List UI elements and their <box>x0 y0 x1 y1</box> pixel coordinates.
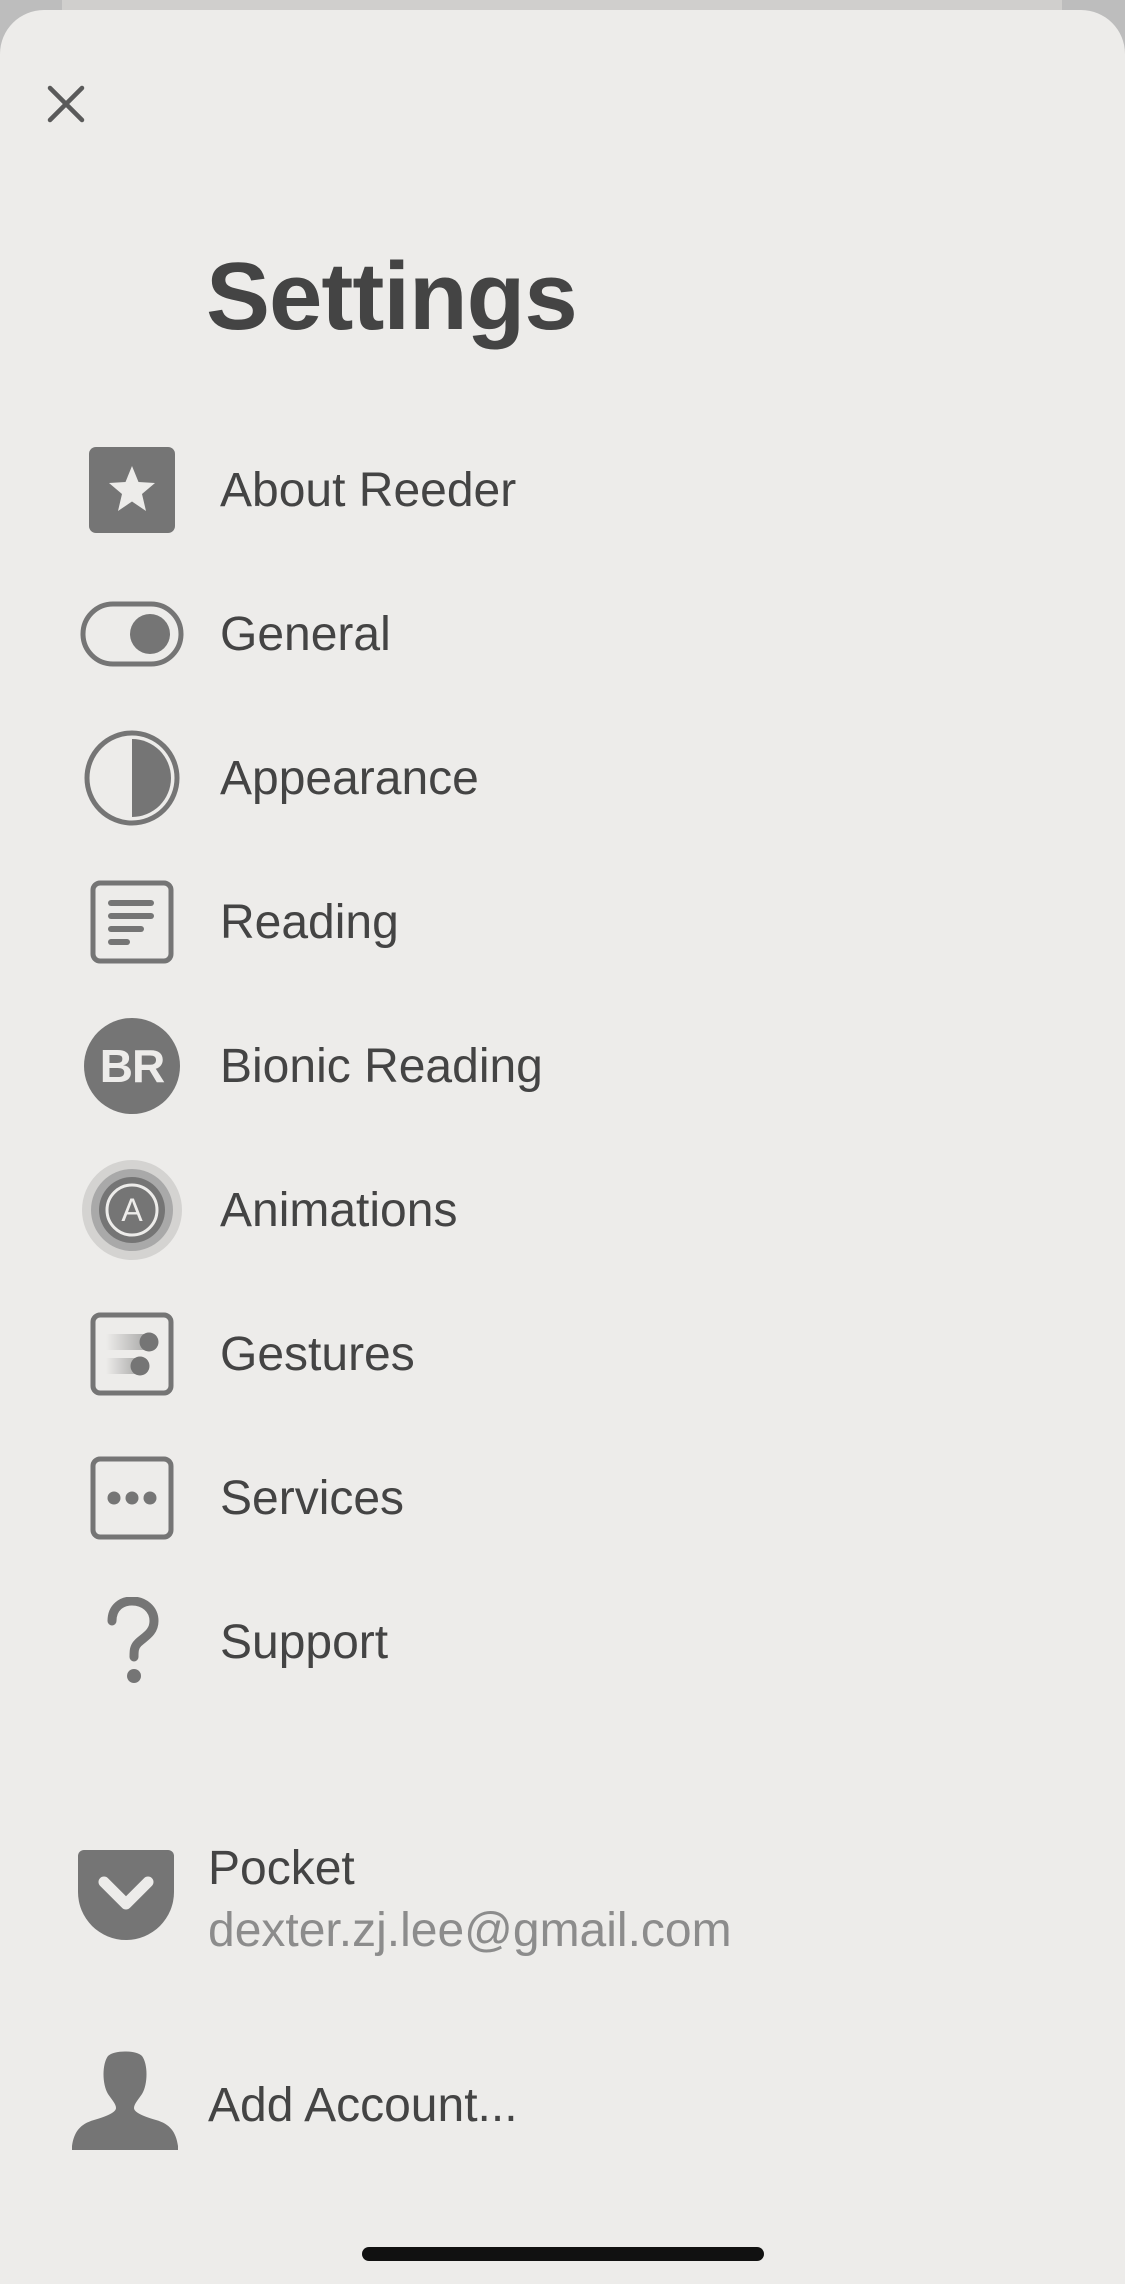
account-email: dexter.zj.lee@gmail.com <box>208 1904 732 1957</box>
toggle-icon <box>76 579 188 689</box>
add-account-label: Add Account... <box>208 2079 518 2132</box>
gestures-icon <box>76 1299 188 1409</box>
menu-item-label: Services <box>220 1471 405 1525</box>
menu-item-label: Reading <box>220 895 399 949</box>
menu-item-label: Appearance <box>220 751 479 805</box>
close-icon <box>47 85 85 123</box>
menu-item-general[interactable]: General <box>0 579 1125 689</box>
menu-item-animations[interactable]: A Animations <box>0 1155 1125 1265</box>
animations-icon: A <box>76 1155 188 1265</box>
text-lines-icon <box>76 867 188 977</box>
menu-item-services[interactable]: Services <box>0 1443 1125 1553</box>
menu-item-support[interactable]: Support <box>0 1587 1125 1697</box>
menu-item-bionic-reading[interactable]: BR Bionic Reading <box>0 1011 1125 1121</box>
menu-item-gestures[interactable]: Gestures <box>0 1299 1125 1409</box>
ellipsis-box-icon <box>76 1443 188 1553</box>
settings-sheet: Settings About Reeder General Appearance… <box>0 10 1125 2284</box>
page-title: Settings <box>206 243 578 350</box>
home-indicator[interactable] <box>362 2247 764 2261</box>
menu-item-label: Support <box>220 1615 389 1669</box>
question-mark-icon <box>76 1587 188 1697</box>
account-name: Pocket <box>208 1842 355 1895</box>
menu-item-about-reeder[interactable]: About Reeder <box>0 435 1125 545</box>
menu-item-label: Animations <box>220 1183 458 1237</box>
half-circle-icon <box>76 723 188 833</box>
menu-item-appearance[interactable]: Appearance <box>0 723 1125 833</box>
menu-item-reading[interactable]: Reading <box>0 867 1125 977</box>
pocket-icon <box>78 1850 174 1940</box>
bionic-reading-icon: BR <box>76 1011 188 1121</box>
menu-item-label: Gestures <box>220 1327 415 1381</box>
bionic-reading-icon-text: BR <box>99 1040 165 1092</box>
menu-item-label: Bionic Reading <box>220 1039 543 1093</box>
animations-icon-text: A <box>121 1191 143 1228</box>
menu-item-label: About Reeder <box>220 463 517 517</box>
account-pocket[interactable]: Pocket dexter.zj.lee@gmail.com <box>0 1810 1125 1970</box>
menu-item-label: General <box>220 607 391 661</box>
add-account-button[interactable]: Add Account... <box>0 2050 1125 2160</box>
person-icon <box>72 2050 178 2150</box>
close-button[interactable] <box>40 78 92 130</box>
star-icon <box>76 435 188 545</box>
